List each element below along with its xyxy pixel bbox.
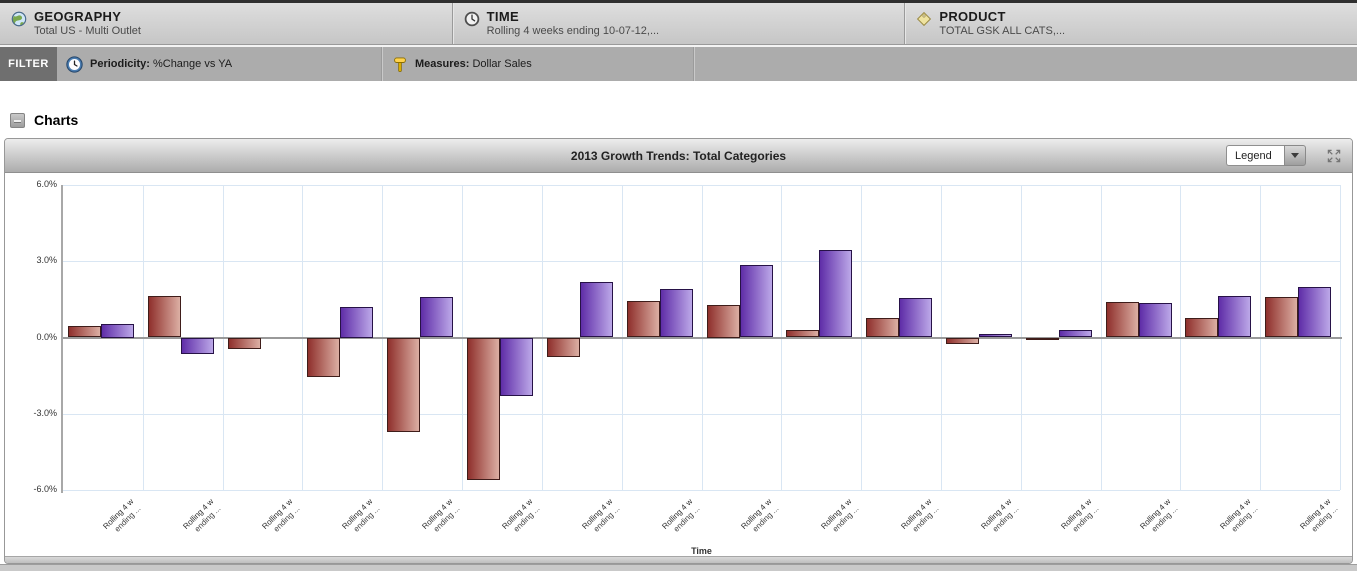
- grid-line-horizontal: [63, 490, 1340, 491]
- bar-maroon[interactable]: [786, 330, 819, 338]
- chevron-down-icon: [1291, 153, 1299, 158]
- bar-purple[interactable]: [819, 250, 852, 338]
- bar-purple[interactable]: [340, 307, 373, 338]
- y-tick-label: 0.0%: [7, 332, 57, 342]
- y-tick-label: -3.0%: [7, 408, 57, 418]
- bar-maroon[interactable]: [866, 318, 899, 337]
- periodicity-value: %Change vs YA: [153, 58, 232, 70]
- bar-maroon[interactable]: [707, 305, 740, 338]
- product-title: PRODUCT: [939, 9, 1065, 24]
- filter-measures[interactable]: Measures: Dollar Sales: [383, 47, 695, 81]
- bar-maroon[interactable]: [467, 338, 500, 480]
- collapse-minus-icon[interactable]: [10, 113, 25, 128]
- tag-icon: [915, 11, 933, 27]
- product-subtitle: TOTAL GSK ALL CATS,...: [939, 25, 1065, 37]
- bar-purple[interactable]: [660, 289, 693, 337]
- bar-maroon[interactable]: [68, 326, 101, 337]
- y-tick-label: 6.0%: [7, 179, 57, 189]
- clock-icon: [463, 11, 481, 27]
- bar-purple[interactable]: [500, 338, 533, 397]
- periodicity-label: Periodicity:: [90, 58, 150, 70]
- chart-panel: 2013 Growth Trends: Total Categories Leg…: [4, 138, 1353, 564]
- filter-bar: FILTER Periodicity: %Change vs YA Measur…: [0, 47, 1357, 81]
- header-section-product[interactable]: PRODUCT TOTAL GSK ALL CATS,...: [904, 3, 1357, 44]
- bar-purple[interactable]: [1218, 296, 1251, 338]
- bar-purple[interactable]: [1059, 330, 1092, 338]
- legend-dropdown-button[interactable]: [1284, 145, 1306, 166]
- bar-maroon[interactable]: [1106, 302, 1139, 338]
- time-title: TIME: [487, 9, 659, 24]
- bar-maroon[interactable]: [387, 338, 420, 432]
- bar-purple[interactable]: [101, 324, 134, 338]
- context-header-bar: GEOGRAPHY Total US - Multi Outlet TIME R…: [0, 3, 1357, 45]
- bar-maroon[interactable]: [1026, 338, 1059, 340]
- bar-maroon[interactable]: [1185, 318, 1218, 337]
- bar-maroon[interactable]: [307, 338, 340, 377]
- bar-purple[interactable]: [181, 338, 214, 355]
- charts-section-header: Charts: [10, 111, 1357, 129]
- legend-dropdown-value[interactable]: Legend: [1226, 145, 1284, 166]
- chart-title: 2013 Growth Trends: Total Categories: [571, 149, 786, 163]
- x-axis-title: Time: [63, 546, 1340, 556]
- chart-panel-footer: [5, 556, 1352, 563]
- y-tick-label: -6.0%: [7, 484, 57, 494]
- bar-maroon[interactable]: [547, 338, 580, 357]
- header-section-time[interactable]: TIME Rolling 4 weeks ending 10-07-12,...: [452, 3, 905, 44]
- plot-region: 6.0%3.0%0.0%-3.0%-6.0%Rolling 4 wending …: [5, 173, 1352, 557]
- periodicity-clock-icon: [66, 56, 83, 73]
- bar-purple[interactable]: [979, 334, 1012, 338]
- chart-panel-titlebar: 2013 Growth Trends: Total Categories Leg…: [5, 139, 1352, 173]
- geography-subtitle: Total US - Multi Outlet: [34, 25, 141, 37]
- bar-purple[interactable]: [740, 265, 773, 337]
- header-section-geography[interactable]: GEOGRAPHY Total US - Multi Outlet: [0, 3, 452, 44]
- measures-label: Measures:: [415, 58, 469, 70]
- bar-purple[interactable]: [899, 298, 932, 337]
- filter-periodicity[interactable]: Periodicity: %Change vs YA: [57, 47, 383, 81]
- bar-maroon[interactable]: [1265, 297, 1298, 338]
- charts-section-title: Charts: [34, 112, 78, 128]
- bar-purple[interactable]: [580, 282, 613, 338]
- page-bottom-bar: [0, 564, 1357, 571]
- bar-maroon[interactable]: [148, 296, 181, 338]
- globe-icon: [10, 11, 28, 27]
- bar-maroon[interactable]: [627, 301, 660, 338]
- bar-purple[interactable]: [1139, 303, 1172, 337]
- measures-value: Dollar Sales: [472, 58, 531, 70]
- y-axis-line: [61, 185, 63, 493]
- bar-purple[interactable]: [1298, 287, 1331, 338]
- time-subtitle: Rolling 4 weeks ending 10-07-12,...: [487, 25, 659, 37]
- filter-bar-empty: [695, 47, 1357, 81]
- filter-bar-label: FILTER: [0, 47, 57, 81]
- y-tick-label: 3.0%: [7, 255, 57, 265]
- legend-dropdown: Legend: [1226, 145, 1306, 166]
- bar-purple[interactable]: [420, 297, 453, 338]
- expand-arrows-icon[interactable]: [1326, 148, 1342, 164]
- bar-maroon[interactable]: [228, 338, 261, 349]
- measures-icon: [392, 56, 408, 73]
- geography-title: GEOGRAPHY: [34, 9, 141, 24]
- bar-maroon[interactable]: [946, 338, 979, 344]
